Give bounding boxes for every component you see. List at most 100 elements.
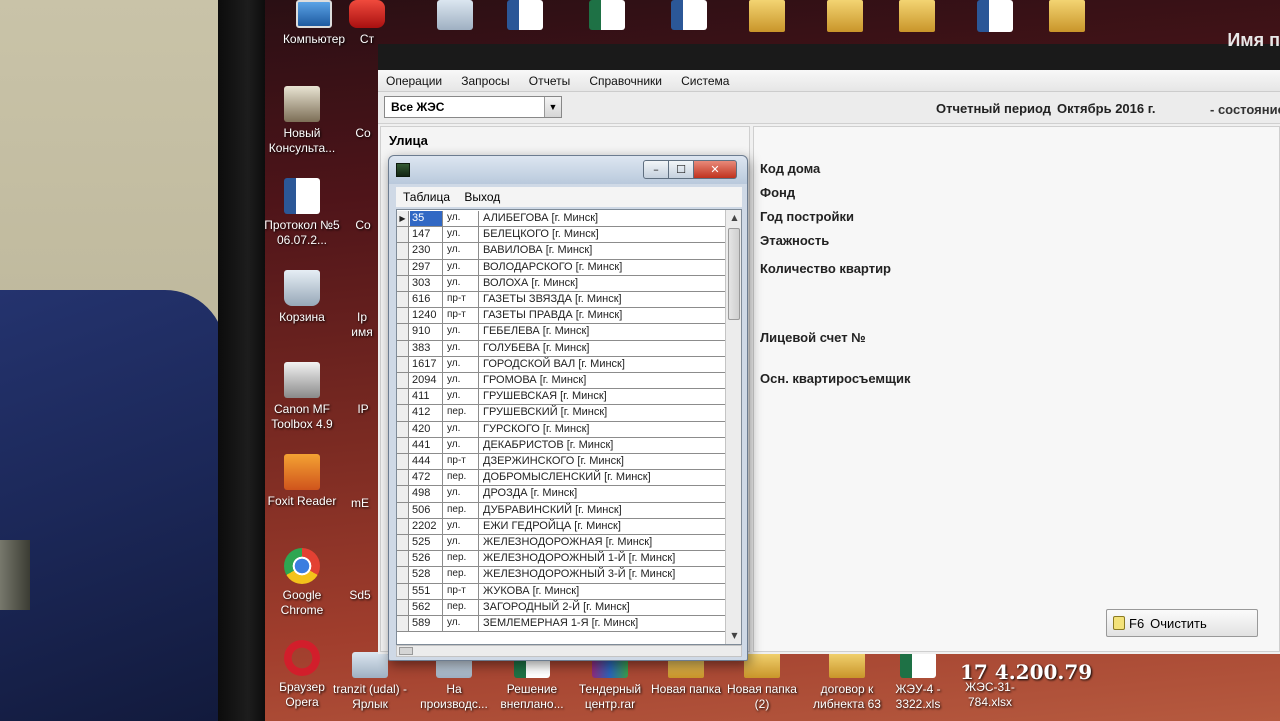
table-row[interactable]: 551 пр-т ЖУКОВА [г. Минск] [397,583,725,600]
popup-titlebar[interactable]: – ☐ ✕ [389,156,747,184]
desktop-icon-partial[interactable]: Sd5 [345,588,375,603]
menu-reports[interactable]: Отчеты [521,70,576,88]
desktop-icon-canon[interactable]: Canon MF Toolbox 4.9 [265,362,343,432]
desktop-icon-recycle-bin[interactable]: Корзина [265,270,343,325]
chevron-down-icon[interactable]: ▼ [544,97,561,117]
menu-references[interactable]: Справочники [581,70,668,88]
desktop-icon-partial[interactable]: IP [353,402,373,417]
user-label: Имя п [1227,30,1280,50]
maximize-button[interactable]: ☐ [668,160,694,179]
table-row[interactable]: 303 ул. ВОЛОХА [г. Минск] [397,275,725,292]
menu-operations[interactable]: Операции [378,70,448,88]
table-row[interactable]: 472 пер. ДОБРОМЫСЛЕНСКИЙ [г. Минск] [397,470,725,487]
desktop-icon-chrome[interactable]: Google Chrome [265,548,343,618]
desktop-icon-label: Со [355,126,371,140]
app-titlebar: Имя п [378,30,1280,70]
popup-menubar: Таблица Выход [396,187,742,207]
desktop-icon-word-top[interactable] [505,0,545,34]
table-row[interactable]: 412 пер. ГРУШЕВСКИЙ [г. Минск] [397,405,725,422]
table-row[interactable]: 147 ул. БЕЛЕЦКОГО [г. Минск] [397,227,725,244]
desktop-icon-partial[interactable]: Ст [349,0,385,47]
menu-queries[interactable]: Запросы [453,70,515,88]
desktop-icon-word-top-3[interactable] [975,0,1015,36]
table-row[interactable]: ▶ 35 ул. АЛИБЕГОВА [г. Минск] [397,211,725,228]
table-row[interactable]: 1617 ул. ГОРОДСКОЙ ВАЛ [г. Минск] [397,356,725,373]
street-name-cell: ВАВИЛОВА [г. Минск] [483,244,593,257]
table-row[interactable]: 528 пер. ЖЕЛЕЗНОДОРОЖНЫЙ 3-Й [г. Минск] [397,567,725,584]
table-row[interactable]: 1240 пр-т ГАЗЕТЫ ПРАВДА [г. Минск] [397,308,725,325]
desktop-icon-label: Протокол №5 06.07.2... [265,218,340,247]
minimize-button[interactable]: – [643,160,669,179]
table-row[interactable]: 616 пр-т ГАЗЕТЫ ЗВЯЗДА [г. Минск] [397,292,725,309]
desktop-icon-decision[interactable]: Решение внеплано... [491,652,573,712]
zes-select[interactable]: Все ЖЭС ▼ [384,96,562,118]
fund-label: Фонд [760,185,796,200]
scroll-thumb[interactable] [728,228,740,320]
desktop-icon-protocol[interactable]: Протокол №5 06.07.2... [265,178,343,248]
desktop-icon-folder-top[interactable] [747,0,787,36]
desktop-icon-zheu4[interactable]: ЖЭУ-4 - 3322.xls [877,652,959,712]
row-indicator [397,502,409,518]
table-row[interactable]: 420 ул. ГУРСКОГО [г. Минск] [397,421,725,438]
street-name-cell: ГЕБЕЛЕВА [г. Минск] [483,325,590,338]
street-name-cell: ЖУКОВА [г. Минск] [483,584,580,597]
desktop-icon-partial[interactable]: mE [347,496,373,511]
menu-system[interactable]: Система [673,70,735,88]
foxit-icon [284,454,320,490]
street-type-cell: пр-т [443,583,479,599]
table-row[interactable]: 383 ул. ГОЛУБЕВА [г. Минск] [397,340,725,357]
table-row[interactable]: 441 ул. ДЕКАБРИСТОВ [г. Минск] [397,437,725,454]
desktop-icon-foxit[interactable]: Foxit Reader [265,454,343,509]
table-row[interactable]: 589 ул. ЗЕМЛЕМЕРНАЯ 1-Я [г. Минск] [397,616,725,633]
desktop-icon-new-folder-2[interactable]: Новая папка (2) [721,652,803,712]
desktop-icon-folder-top-4[interactable] [1047,0,1087,36]
table-row[interactable]: 444 пр-т ДЗЕРЖИНСКОГО [г. Минск] [397,454,725,471]
table-row[interactable]: 526 пер. ЖЕЛЕЗНОДОРОЖНЫЙ 1-Й [г. Минск] [397,551,725,568]
table-row[interactable]: 506 пер. ДУБРАВИНСКИЙ [г. Минск] [397,502,725,519]
streets-table-window: – ☐ ✕ Таблица Выход 589 ул. ЗЕМЛЕМЕРНАЯ 1-… [388,155,748,661]
desktop-icon-folder-top-2[interactable] [825,0,865,36]
desktop-icon-word-top-2[interactable] [669,0,709,34]
desktop-icon-partial[interactable]: Ip имя [345,310,379,340]
vertical-scrollbar[interactable]: ▲ ▼ [725,210,741,644]
table-row[interactable]: 230 ул. ВАВИЛОВА [г. Минск] [397,243,725,260]
desktop-icon-production[interactable]: На производс... [413,652,495,712]
street-type-cell: пер. [443,405,479,421]
close-button[interactable]: ✕ [693,160,737,179]
row-indicator [397,518,409,534]
table-row[interactable]: 2094 ул. ГРОМОВА [г. Минск] [397,373,725,390]
table-row[interactable]: 562 пер. ЗАГОРОДНЫЙ 2-Й [г. Минск] [397,599,725,616]
desktop-icon-label: Новый Консульта... [268,126,336,155]
desktop-icon-zhes31[interactable]: ЖЭС-31- 784.xlsx [949,680,1031,710]
street-code-cell: 528 [410,567,443,583]
desktop-icon-partial[interactable]: Со [349,126,377,141]
street-name-cell: АЛИБЕГОВА [г. Минск] [483,212,599,224]
table-row[interactable]: 910 ул. ГЕБЕЛЕВА [г. Минск] [397,324,725,341]
desktop-icon-tender-rar[interactable]: Тендерный центр.rar [569,652,651,712]
desktop-icon-computer-top[interactable]: Компьютер [273,0,355,47]
row-indicator [397,405,409,421]
desktop-icon-shortcut-top[interactable] [435,0,475,34]
word-doc-icon [507,0,543,30]
table-row[interactable]: 525 ул. ЖЕЛЕЗНОДОРОЖНАЯ [г. Минск] [397,535,725,552]
menu-table[interactable]: Таблица [396,187,454,204]
clear-button[interactable]: F6 Очистить [1106,609,1258,637]
table-row[interactable]: 2202 ул. ЕЖИ ГЕДРОЙЦА [г. Минск] [397,518,725,535]
floors-label: Этажность [760,233,830,248]
shortcut-icon [437,0,473,30]
menu-exit[interactable]: Выход [457,187,504,204]
desktop-icon-consultant[interactable]: Новый Консульта... [265,86,343,156]
street-code-cell: 562 [410,599,443,615]
desktop-icon-partial[interactable]: Со [349,218,377,233]
scroll-down-icon[interactable]: ▼ [726,628,741,644]
table-row[interactable]: 498 ул. ДРОЗДА [г. Минск] [397,486,725,503]
street-code-cell: 589 [410,616,443,632]
horizontal-scroll-thumb[interactable] [399,647,413,655]
table-row[interactable]: 411 ул. ГРУШЕВСКАЯ [г. Минск] [397,389,725,406]
desktop-icon-excel-top[interactable] [587,0,627,34]
horizontal-scrollbar[interactable] [396,645,742,657]
desktop-icon-tranzit[interactable]: tranzit (udal) - Ярлык [329,652,411,712]
scroll-up-icon[interactable]: ▲ [726,210,741,226]
table-row[interactable]: 297 ул. ВОЛОДАРСКОГО [г. Минск] [397,259,725,276]
desktop-icon-folder-top-3[interactable] [897,0,937,36]
